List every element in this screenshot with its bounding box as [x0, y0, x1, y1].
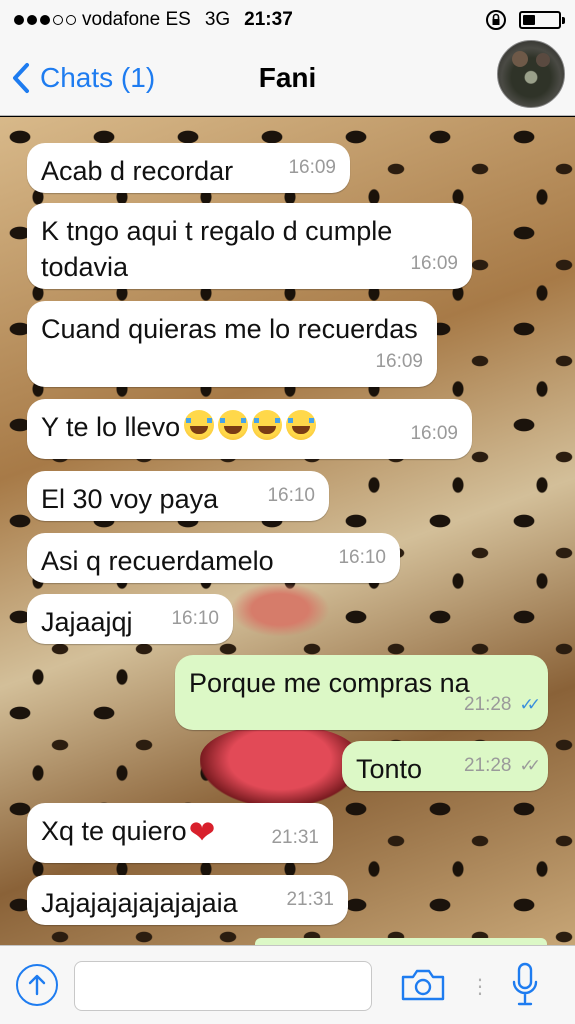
contact-avatar[interactable]: [497, 40, 565, 108]
message-input[interactable]: [74, 961, 372, 1011]
attach-button[interactable]: [16, 964, 58, 1006]
microphone-icon[interactable]: [510, 962, 540, 1008]
message-text: Acab d recordar: [41, 156, 234, 186]
message-meta: 21:28 ✓✓: [463, 687, 541, 723]
read-receipt-icon: ✓✓: [519, 695, 541, 714]
back-button[interactable]: Chats (1): [0, 62, 155, 94]
message-bubble[interactable]: Cuand quieras me lo recuerdas 16:09: [27, 301, 437, 387]
status-bar: vodafone ES 3G 21:37: [0, 0, 575, 40]
message-text: Xq te quiero: [41, 816, 187, 846]
camera-icon[interactable]: [400, 968, 446, 1002]
laughing-emoji-icon: [184, 410, 215, 440]
message-bubble[interactable]: Jajaajqj 16:10: [27, 594, 233, 644]
message-time: 21:28: [463, 694, 512, 715]
message-bubble[interactable]: Y te lo llevo 16:09: [27, 399, 472, 459]
message-time: 16:10: [267, 485, 315, 506]
back-label: Chats (1): [40, 61, 156, 93]
message-bubble[interactable]: Acab d recordar 16:09: [27, 143, 350, 193]
chat-area[interactable]: Acab d recordar 16:09 K tngo aqui t rega…: [0, 117, 575, 945]
upload-arrow-icon: [28, 974, 46, 996]
message-text: Cuand quieras me lo recuerdas: [41, 314, 418, 344]
laughing-emoji-icon: [252, 410, 283, 440]
message-time: 21:31: [271, 827, 319, 848]
message-time: 16:10: [338, 547, 386, 568]
message-bubble[interactable]: Jajajajajajajajaia 21:31: [27, 875, 348, 925]
message-bubble[interactable]: K tngo aqui t regalo d cumple todavia 16…: [27, 203, 472, 289]
laughing-emoji-icon: [286, 410, 317, 440]
message-text: Asi q recuerdamelo: [41, 546, 274, 576]
wallpaper-detail: [200, 727, 360, 807]
message-bubble-outgoing[interactable]: Tonto 21:28 ✓✓: [342, 741, 548, 791]
message-time: 16:10: [171, 608, 219, 629]
wallpaper-detail: [230, 582, 330, 637]
message-bubble-outgoing[interactable]: Porque me compras na 21:28 ✓✓: [175, 655, 548, 730]
chat-header: Chats (1) Fani: [0, 40, 575, 116]
message-text: Porque me compras na: [189, 668, 470, 698]
delivered-receipt-icon: ✓✓: [519, 756, 541, 775]
back-chevron-icon: [13, 62, 29, 93]
heart-emoji-icon: ❤: [188, 814, 216, 850]
compose-bar: ⋮: [0, 945, 575, 1024]
battery-icon: [519, 11, 565, 29]
message-text: Tonto: [356, 754, 423, 784]
network-type: 3G: [204, 9, 231, 30]
message-time: 16:09: [288, 157, 336, 178]
separator: ⋮: [470, 976, 490, 998]
message-time: 16:09: [410, 423, 458, 444]
message-text: Jajajajajajajajaia: [41, 888, 238, 918]
clock: 21:37: [244, 9, 293, 30]
message-bubble[interactable]: El 30 voy paya 16:10: [27, 471, 329, 521]
message-time: 21:31: [286, 889, 334, 910]
carrier-name: vodafone ES: [82, 9, 191, 30]
message-time: 16:09: [410, 253, 458, 274]
message-text: El 30 voy paya: [41, 484, 219, 514]
message-bubble[interactable]: Xq te quiero❤ 21:31: [27, 803, 333, 863]
message-time: 21:28: [463, 755, 512, 776]
signal-strength-icon: [14, 15, 76, 25]
message-text: Jajaajqj: [41, 607, 133, 637]
message-bubble[interactable]: Asi q recuerdamelo 16:10: [27, 533, 400, 583]
message-time: 16:09: [375, 351, 423, 372]
laughing-emoji-icon: [218, 410, 249, 440]
message-meta: 21:28 ✓✓: [463, 748, 541, 784]
lock-rotation-icon: [486, 10, 506, 30]
message-text: K tngo aqui t regalo d cumple todavia: [41, 216, 393, 282]
message-text: Y te lo llevo: [41, 412, 181, 442]
